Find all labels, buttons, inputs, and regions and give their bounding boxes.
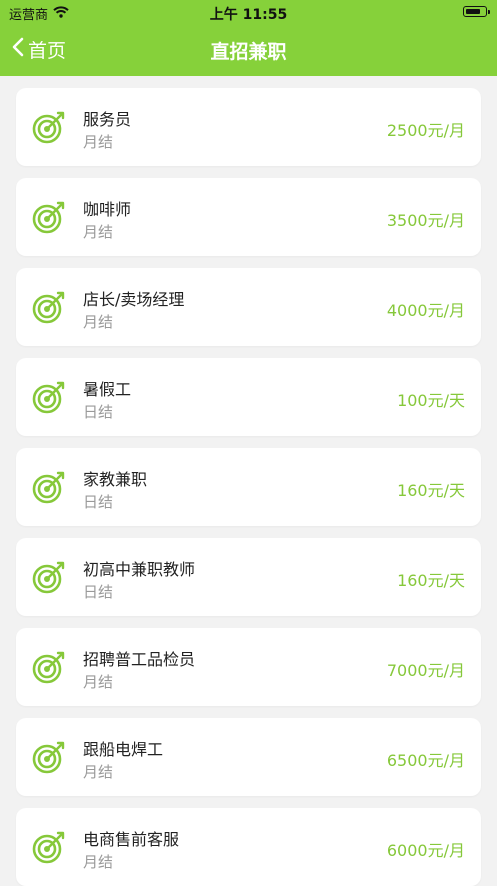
status-time: 上午 11:55 [209, 7, 288, 23]
target-icon [32, 290, 66, 324]
target-icon [32, 560, 66, 594]
salary-label: 2500元/月 [386, 121, 465, 140]
target-icon [32, 740, 66, 774]
settlement-type: 月结 [83, 853, 114, 871]
job-title: 跟船电焊工 [83, 740, 164, 759]
salary-label: 100元/天 [397, 391, 465, 410]
job-card[interactable]: 电商售前客服 月结 6000元/月 [16, 808, 481, 886]
job-title: 咖啡师 [83, 200, 132, 219]
settlement-type: 月结 [83, 763, 114, 781]
target-icon [32, 830, 66, 864]
target-icon [32, 380, 66, 414]
settlement-type: 月结 [83, 673, 114, 691]
settlement-type: 日结 [83, 583, 114, 601]
job-card[interactable]: 暑假工 日结 100元/天 [16, 358, 481, 436]
settlement-type: 月结 [83, 223, 114, 241]
job-title: 初高中兼职教师 [83, 560, 196, 579]
salary-label: 160元/天 [397, 481, 465, 500]
target-icon [32, 200, 66, 234]
top-bar: 运营商 上午 11:55 首页 直招兼职 [0, 0, 497, 76]
battery-icon [463, 6, 490, 17]
job-title: 暑假工 [83, 380, 132, 399]
job-card[interactable]: 跟船电焊工 月结 6500元/月 [16, 718, 481, 796]
target-icon [32, 470, 66, 504]
job-title: 招聘普工品检员 [83, 650, 196, 669]
job-card[interactable]: 初高中兼职教师 日结 160元/天 [16, 538, 481, 616]
job-title: 服务员 [83, 110, 132, 129]
job-card[interactable]: 店长/卖场经理 月结 4000元/月 [16, 268, 481, 346]
job-list: 服务员 月结 2500元/月 咖啡师 月结 3500元/月 店长/卖场经理 月结… [0, 76, 497, 886]
target-icon [32, 650, 66, 684]
job-title: 电商售前客服 [83, 830, 180, 849]
settlement-type: 日结 [83, 493, 114, 511]
job-card[interactable]: 家教兼职 日结 160元/天 [16, 448, 481, 526]
status-bar: 运营商 上午 11:55 [0, 0, 497, 24]
job-card[interactable]: 服务员 月结 2500元/月 [16, 88, 481, 166]
salary-label: 6500元/月 [386, 751, 465, 770]
settlement-type: 日结 [83, 403, 114, 421]
job-title: 家教兼职 [83, 470, 148, 489]
salary-label: 3500元/月 [386, 211, 465, 230]
battery-fill [466, 9, 480, 14]
nav-bar: 首页 直招兼职 [0, 24, 497, 76]
job-title: 店长/卖场经理 [83, 290, 185, 309]
salary-label: 4000元/月 [386, 301, 465, 320]
page-title: 直招兼职 [210, 41, 287, 63]
settlement-type: 月结 [83, 133, 114, 151]
salary-label: 160元/天 [397, 571, 465, 590]
salary-label: 7000元/月 [386, 661, 465, 680]
job-card[interactable]: 招聘普工品检员 月结 7000元/月 [16, 628, 481, 706]
job-card[interactable]: 咖啡师 月结 3500元/月 [16, 178, 481, 256]
salary-label: 6000元/月 [386, 841, 465, 860]
settlement-type: 月结 [83, 313, 114, 331]
target-icon [32, 110, 66, 144]
